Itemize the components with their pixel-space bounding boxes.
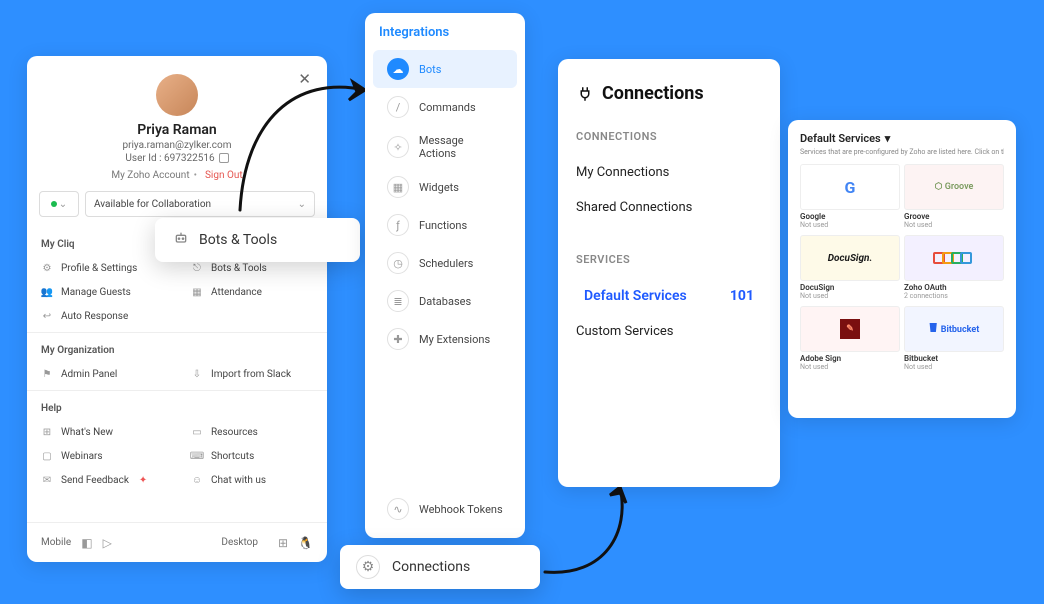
- menu-shortcuts[interactable]: ⌨Shortcuts: [177, 444, 327, 468]
- shared-connections[interactable]: Shared Connections: [576, 190, 762, 225]
- chevron-down-icon: ▾: [885, 132, 891, 145]
- integ-my-extensions[interactable]: ✚My Extensions: [373, 320, 517, 358]
- menu-import-slack[interactable]: ⇩Import from Slack: [177, 362, 327, 386]
- menu-admin-panel[interactable]: ⚑Admin Panel: [27, 362, 177, 386]
- windows-icon[interactable]: ⊞: [278, 536, 288, 550]
- integrations-panel: Integrations ☁Bots /Commands ✧Message Ac…: [365, 13, 525, 538]
- integ-commands[interactable]: /Commands: [373, 88, 517, 126]
- service-card-groove[interactable]: ⬡ Groove: [904, 164, 1004, 210]
- my-connections[interactable]: My Connections: [576, 155, 762, 190]
- function-icon: ƒ: [387, 214, 409, 236]
- arrow-2: [535, 472, 675, 582]
- services-panel: Default Services▾ Services that are pre-…: [788, 120, 1016, 418]
- puzzle-icon: ✚: [387, 328, 409, 350]
- admin-icon: ⚑: [41, 368, 53, 380]
- sparkle-icon: ✦: [139, 475, 147, 486]
- profile-email: priya.raman@zylker.com: [27, 140, 327, 151]
- footer-mobile-label: Mobile: [41, 537, 71, 548]
- integ-bots[interactable]: ☁Bots: [373, 50, 517, 88]
- bot-icon: [173, 230, 189, 250]
- service-card-adobe-sign[interactable]: ✎: [800, 306, 900, 352]
- footer-desktop-label: Desktop: [221, 537, 258, 548]
- gift-icon: ⊞: [41, 426, 53, 438]
- profile-name: Priya Raman: [27, 122, 327, 138]
- default-services[interactable]: Default Services 101: [576, 278, 762, 314]
- guests-icon: 👥: [41, 286, 53, 298]
- integ-functions[interactable]: ƒFunctions: [373, 206, 517, 244]
- close-icon[interactable]: ✕: [298, 70, 311, 88]
- bot-icon: ☁: [387, 58, 409, 80]
- copy-icon[interactable]: [219, 153, 229, 163]
- menu-webinars[interactable]: ▢Webinars: [27, 444, 177, 468]
- menu-manage-guests[interactable]: 👥Manage Guests: [27, 280, 177, 304]
- menu-resources[interactable]: ▭Resources: [177, 420, 327, 444]
- gear-icon: ⚙: [41, 262, 53, 274]
- linux-icon[interactable]: 🐧: [298, 536, 313, 550]
- book-icon: ▭: [191, 426, 203, 438]
- services-header[interactable]: Default Services▾: [800, 132, 1004, 145]
- connections-panel: Connections CONNECTIONS My Connections S…: [558, 59, 780, 487]
- presence-toggle[interactable]: ⌄: [39, 191, 79, 217]
- integ-webhook-tokens[interactable]: ∿Webhook Tokens: [373, 490, 517, 528]
- calendar-icon: ▦: [191, 286, 203, 298]
- menu-attendance[interactable]: ▦Attendance: [177, 280, 327, 304]
- slash-icon: /: [387, 96, 409, 118]
- integ-databases[interactable]: ≣Databases: [373, 282, 517, 320]
- popup-bots-tools[interactable]: Bots & Tools: [155, 218, 360, 262]
- account-row: My Zoho Account•Sign Out: [27, 170, 327, 181]
- service-card-bitbucket[interactable]: Bitbucket: [904, 306, 1004, 352]
- integrations-title: Integrations: [365, 25, 525, 50]
- bot-icon: ⎋: [191, 262, 203, 274]
- profile-userid: User Id : 697322516: [27, 153, 327, 164]
- services-desc: Services that are pre-configured by Zoho…: [800, 148, 1004, 156]
- ios-icon[interactable]: ▷: [103, 536, 112, 550]
- integ-widgets[interactable]: ▦Widgets: [373, 168, 517, 206]
- custom-services[interactable]: Custom Services: [576, 314, 762, 349]
- keyboard-icon: ⌨: [191, 450, 203, 462]
- profile-panel: ✕ Priya Raman priya.raman@zylker.com Use…: [27, 56, 327, 562]
- service-card-google[interactable]: G: [800, 164, 900, 210]
- android-icon[interactable]: ◧: [81, 536, 92, 550]
- menu-send-feedback[interactable]: ✉Send Feedback✦: [27, 468, 177, 492]
- status-select[interactable]: Available for Collaboration⌄: [85, 191, 315, 217]
- profile-footer: Mobile ◧ ▷ Desktop ⊞ 🐧: [27, 522, 327, 562]
- support-icon: ☺: [191, 474, 203, 486]
- chat-icon: ✉: [41, 474, 53, 486]
- database-icon: ≣: [387, 290, 409, 312]
- connections-section-label: CONNECTIONS: [576, 130, 762, 143]
- grid-icon: ▦: [387, 176, 409, 198]
- menu-auto-response[interactable]: ↩Auto Response: [27, 304, 177, 328]
- avatar: [156, 74, 198, 116]
- section-myorg: My Organization: [27, 337, 327, 362]
- sign-out-link[interactable]: Sign Out: [205, 170, 243, 181]
- section-help: Help: [27, 395, 327, 420]
- action-icon: ✧: [387, 136, 409, 158]
- menu-chat-with-us[interactable]: ☺Chat with us: [177, 468, 327, 492]
- plug-icon: [576, 85, 594, 103]
- webhook-icon: ∿: [387, 498, 409, 520]
- import-icon: ⇩: [191, 368, 203, 380]
- menu-profile-settings[interactable]: ⚙Profile & Settings: [27, 256, 177, 280]
- popup-connections[interactable]: ⚙ Connections: [340, 545, 540, 589]
- service-card-zoho-oauth[interactable]: [904, 235, 1004, 281]
- clock-icon: ◷: [387, 252, 409, 274]
- reply-icon: ↩: [41, 310, 53, 322]
- services-section-label: SERVICES: [576, 253, 762, 266]
- my-account-link[interactable]: My Zoho Account: [111, 170, 189, 181]
- connections-title: Connections: [576, 83, 762, 104]
- default-services-count: 101: [730, 288, 754, 304]
- gear-icon: ⚙: [356, 555, 380, 579]
- monitor-icon: ▢: [41, 450, 53, 462]
- service-card-docusign[interactable]: DocuSign.: [800, 235, 900, 281]
- menu-whats-new[interactable]: ⊞What's New: [27, 420, 177, 444]
- integ-schedulers[interactable]: ◷Schedulers: [373, 244, 517, 282]
- integ-message-actions[interactable]: ✧Message Actions: [373, 126, 517, 168]
